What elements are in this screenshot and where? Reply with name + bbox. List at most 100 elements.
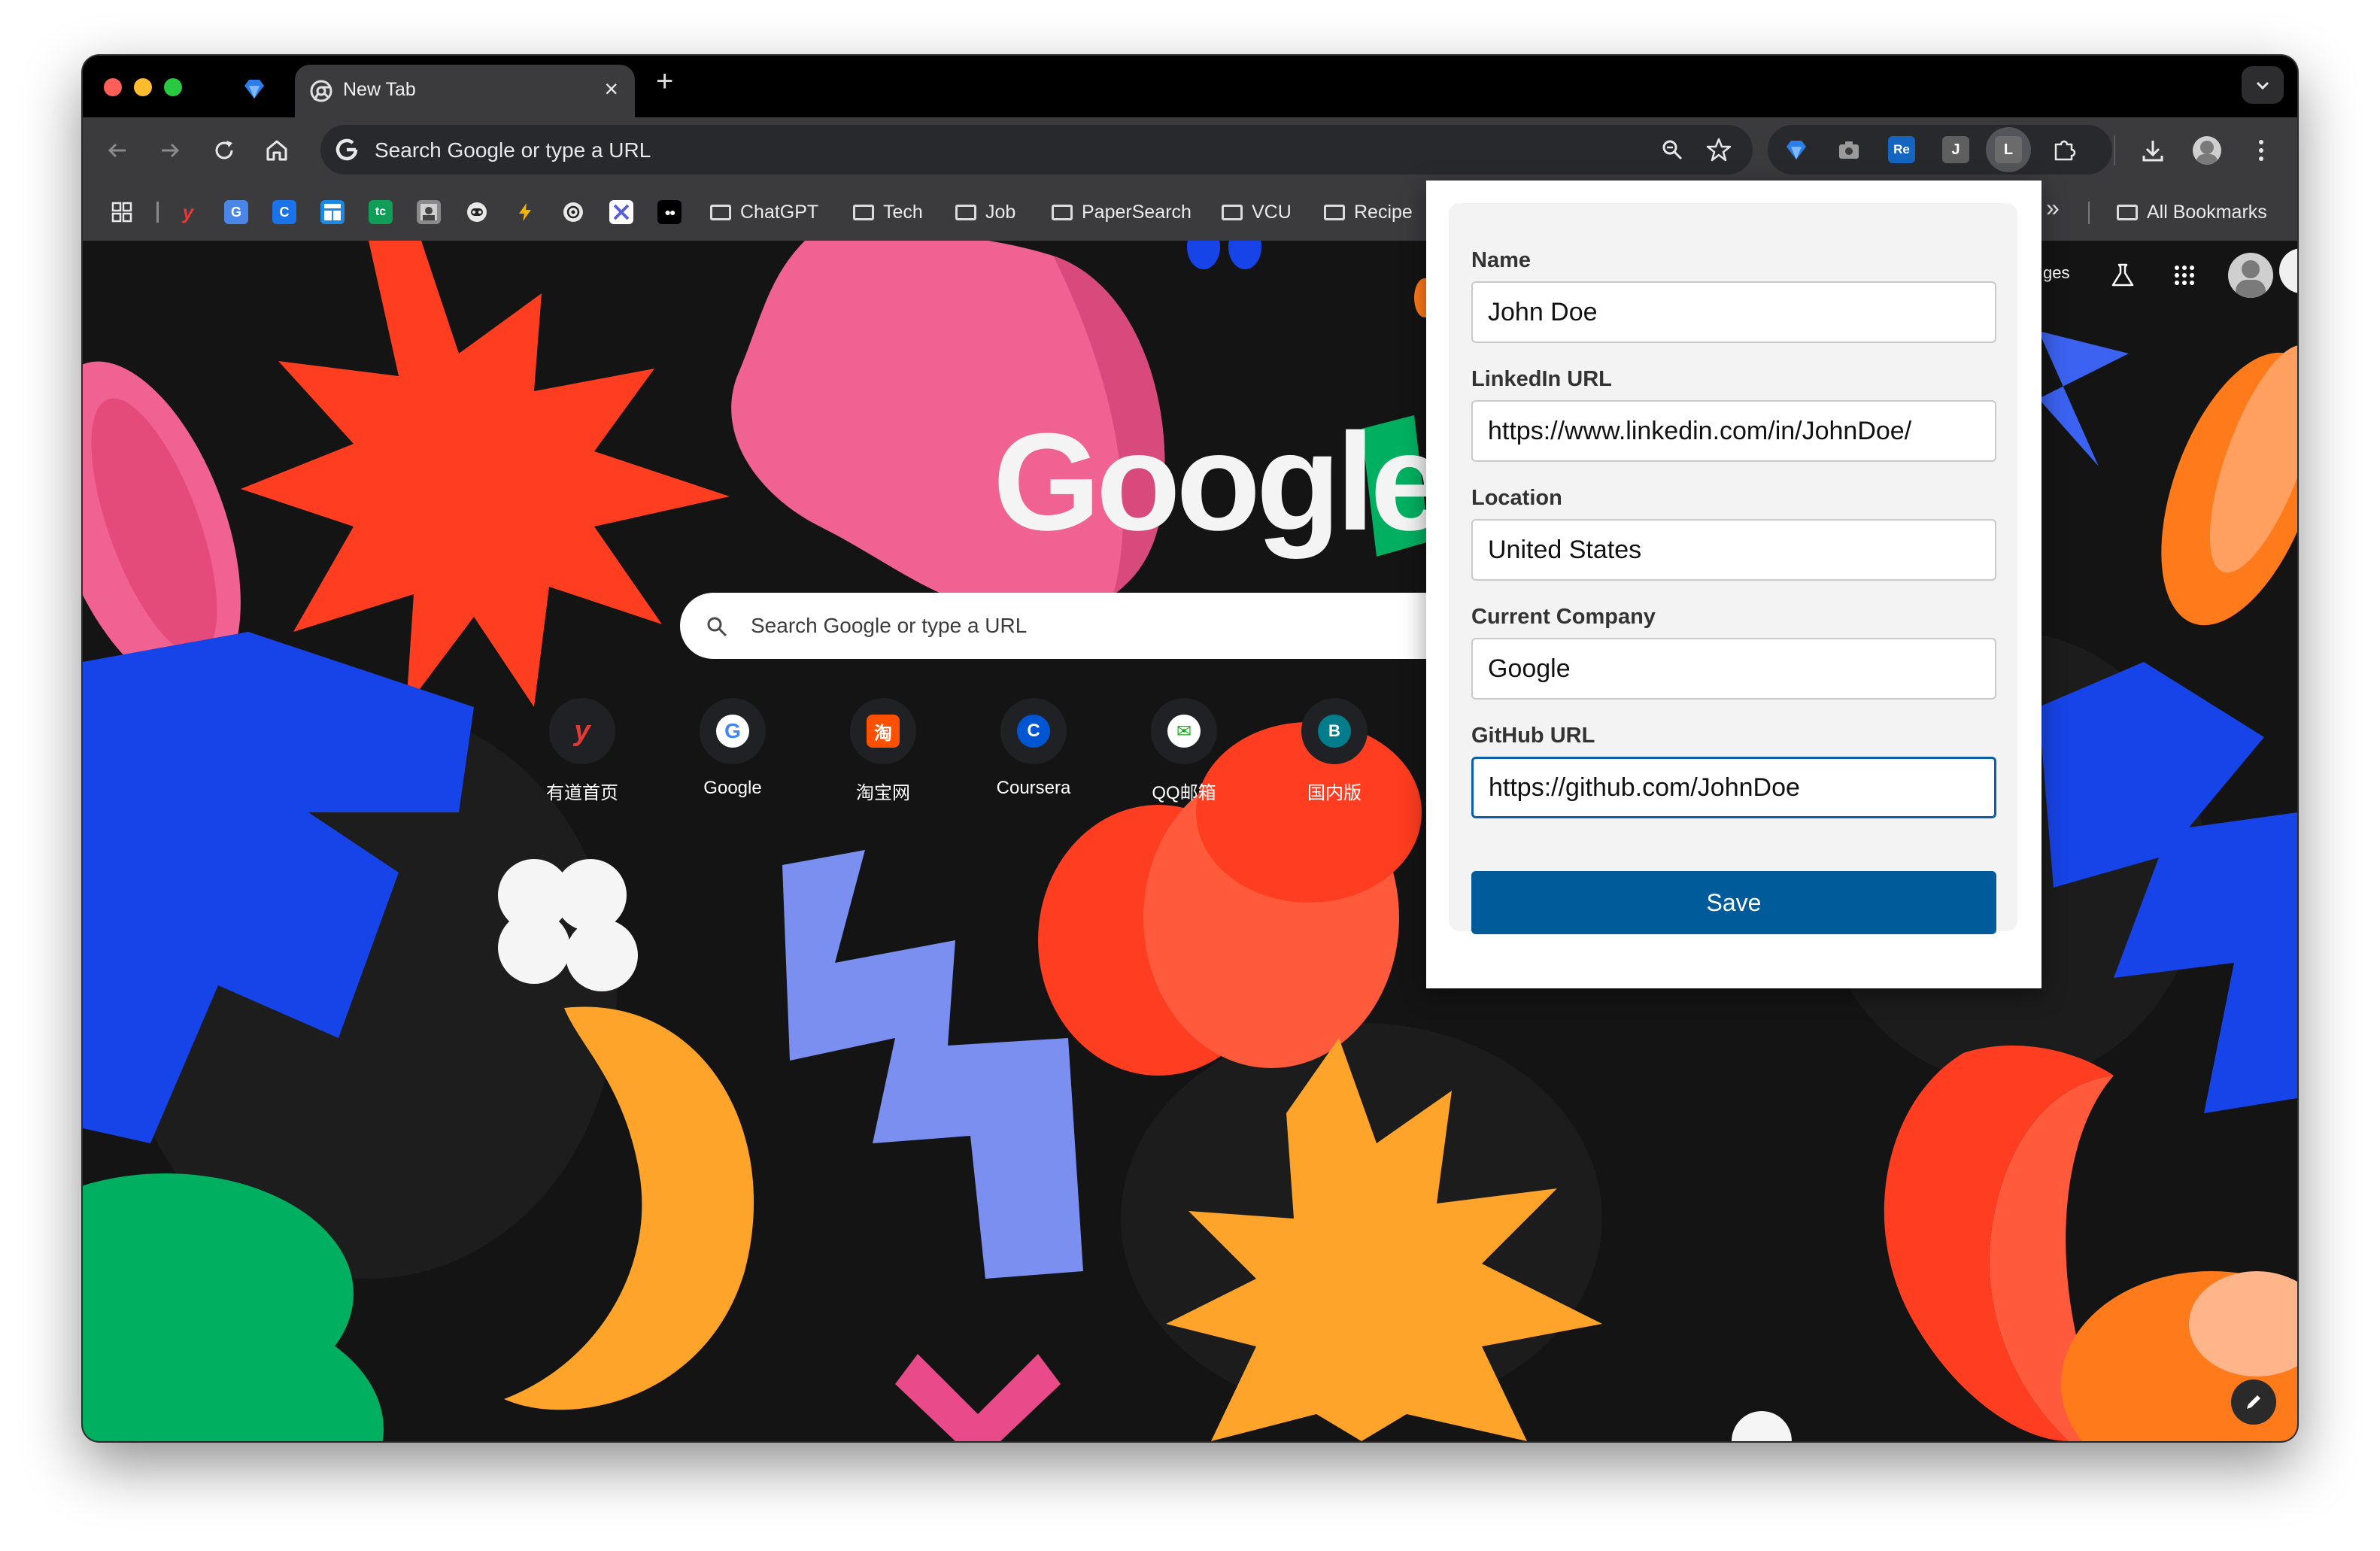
pinned-tab-gem[interactable] — [233, 68, 275, 110]
folder-icon — [1324, 204, 1345, 220]
folder-label: PaperSearch — [1082, 201, 1192, 223]
github-url-field[interactable] — [1471, 757, 1996, 818]
photo-bookmark[interactable] — [417, 200, 441, 224]
coursera-icon: C — [1017, 715, 1050, 748]
extension-popup: Name LinkedIn URL Location Current Compa… — [1426, 181, 2042, 988]
tab-new-tab[interactable]: New Tab × — [295, 65, 635, 117]
camera-extension-button[interactable] — [1835, 136, 1862, 163]
shortcut-qqmail[interactable]: ✉ QQ邮箱 — [1109, 698, 1259, 818]
shortcut-label: 淘宝网 — [856, 783, 910, 803]
folder-icon — [2117, 204, 2138, 220]
arrow-right-icon — [162, 143, 180, 158]
extensions-menu-button[interactable] — [2051, 136, 2078, 163]
shortcut-coursera[interactable]: C Coursera — [958, 698, 1109, 818]
google-apps-button[interactable] — [2169, 260, 2199, 290]
shortcut-youdao[interactable]: y 有道首页 — [507, 698, 657, 818]
home-button[interactable] — [259, 132, 295, 168]
forward-button[interactable] — [152, 132, 188, 168]
customize-button[interactable] — [2231, 1380, 2276, 1425]
linkedin-url-field[interactable] — [1471, 400, 1996, 462]
tc-bookmark[interactable]: tc — [369, 200, 393, 224]
folder-label: Recipe — [1354, 201, 1413, 223]
back-button[interactable] — [99, 132, 135, 168]
tab-search-button[interactable] — [2242, 66, 2284, 104]
name-label: Name — [1471, 248, 1531, 272]
bookmark-folder-job[interactable]: Job — [955, 199, 1015, 226]
address-bar[interactable]: Search Google or type a URL — [320, 125, 1753, 175]
new-tab-button[interactable]: + — [656, 65, 673, 99]
photo-icon — [420, 204, 437, 220]
bookmarks-divider — [2088, 202, 2090, 224]
search-icon — [707, 617, 727, 637]
puzzle-icon — [2054, 140, 2076, 161]
chrome-menu-button[interactable] — [2243, 132, 2279, 168]
grid-bookmark[interactable] — [320, 200, 345, 224]
youdao-bookmark[interactable]: y — [176, 200, 200, 224]
account-avatar[interactable] — [2228, 253, 2273, 298]
shortcut-icon-circle: ✉ — [1151, 698, 1217, 764]
bot-bookmark[interactable] — [465, 200, 489, 224]
current-company-field[interactable] — [1471, 638, 1996, 700]
gem-icon — [1787, 141, 1806, 159]
openai-icon — [563, 202, 583, 222]
pencil-icon — [2247, 1395, 2260, 1409]
all-bookmarks-button[interactable]: All Bookmarks — [2117, 199, 2267, 226]
reload-button[interactable] — [206, 132, 242, 168]
gem-extension-button[interactable] — [1783, 136, 1810, 163]
location-label: Location — [1471, 486, 1562, 510]
close-tab-icon[interactable]: × — [604, 75, 618, 103]
re-extension-button[interactable]: Re — [1888, 136, 1915, 163]
maximize-window-button[interactable] — [164, 78, 182, 96]
ntp-search-box[interactable]: Search Google or type a URL — [680, 593, 1507, 659]
folder-icon — [955, 204, 976, 220]
reload-icon — [215, 141, 233, 159]
shortcut-taobao[interactable]: 淘 淘宝网 — [808, 698, 958, 818]
bolt-bookmark[interactable] — [513, 200, 537, 224]
profile-button[interactable] — [2189, 132, 2225, 168]
arrow-left-icon — [108, 143, 126, 158]
gem-icon — [244, 80, 264, 99]
images-link[interactable]: ges — [2043, 263, 2069, 283]
zoom-icon[interactable] — [1661, 138, 1683, 161]
shortcut-bing-cn[interactable]: B 国内版 — [1259, 698, 1410, 818]
openai-bookmark[interactable] — [561, 200, 585, 224]
bolt-icon — [519, 203, 531, 221]
labs-button[interactable] — [2108, 260, 2138, 290]
grid-apps-icon — [111, 202, 132, 223]
j-extension-button[interactable]: J — [1942, 136, 1969, 163]
save-button[interactable]: Save — [1471, 871, 1996, 934]
folder-label: Job — [985, 201, 1016, 223]
taobao-icon: 淘 — [867, 715, 900, 748]
bookmarks-overflow-button[interactable]: » — [2046, 194, 2060, 222]
google-icon: G — [716, 715, 749, 748]
tab-strip: New Tab × + — [83, 56, 2297, 117]
l-extension-button[interactable]: L — [1995, 136, 2022, 163]
minimize-window-button[interactable] — [134, 78, 152, 96]
bookmark-folder-tech[interactable]: Tech — [853, 199, 923, 226]
shortcut-icon-circle: G — [700, 698, 766, 764]
medium-bookmark[interactable]: ●● — [657, 200, 682, 224]
c-bookmark[interactable]: C — [272, 200, 296, 224]
folder-label: Tech — [883, 201, 923, 223]
location-field[interactable] — [1471, 519, 1996, 581]
bookmark-folder-recipe[interactable]: Recipe — [1324, 199, 1413, 226]
shortcut-label: Coursera — [996, 778, 1071, 798]
translate-bookmark[interactable]: G — [224, 200, 248, 224]
close-window-button[interactable] — [104, 78, 122, 96]
bookmark-folder-papersearch[interactable]: PaperSearch — [1052, 199, 1192, 226]
ntp-search-placeholder: Search Google or type a URL — [751, 614, 1028, 637]
bookmark-folder-chatgpt[interactable]: ChatGPT — [710, 199, 818, 226]
linkedin-url-label: LinkedIn URL — [1471, 367, 1612, 391]
folder-label: ChatGPT — [740, 201, 819, 223]
bookmark-folder-vcu[interactable]: VCU — [1222, 199, 1292, 226]
apps-shortcut[interactable] — [110, 200, 134, 224]
bing-icon: B — [1318, 715, 1351, 748]
flask-icon — [2111, 263, 2134, 287]
downloads-button[interactable] — [2135, 132, 2171, 168]
shortcut-google[interactable]: G Google — [657, 698, 808, 818]
avatar — [2193, 136, 2221, 165]
name-field[interactable] — [1471, 281, 1996, 343]
bookmark-star-icon[interactable] — [1706, 137, 1732, 162]
tools-bookmark[interactable] — [609, 200, 633, 224]
shortcut-label: QQ邮箱 — [1152, 783, 1216, 803]
